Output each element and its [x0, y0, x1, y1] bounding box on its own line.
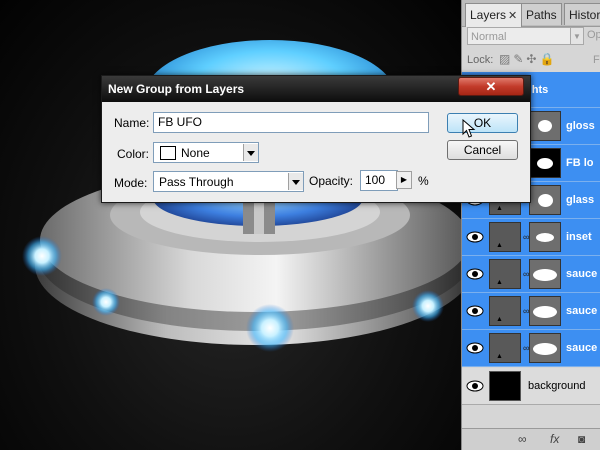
eye-icon[interactable]: [466, 380, 484, 392]
close-button[interactable]: ✕: [458, 77, 524, 96]
eye-icon[interactable]: [466, 305, 484, 317]
layer-row-background[interactable]: background: [462, 368, 600, 405]
close-tab-icon[interactable]: ✕: [508, 10, 517, 22]
new-group-dialog: New Group from Layers ✕ Name: FB UFO Col…: [101, 75, 531, 203]
layer-mask-thumbnail[interactable]: [529, 259, 561, 289]
eye-icon[interactable]: [466, 342, 484, 354]
color-select[interactable]: None: [153, 142, 259, 163]
layer-mask-thumbnail[interactable]: [529, 148, 561, 178]
layer-name: glass: [566, 194, 595, 206]
chevron-down-icon[interactable]: [288, 173, 303, 190]
layer-name: gloss: [566, 120, 595, 132]
layer-thumbnail: [489, 371, 521, 401]
tab-history[interactable]: History: [564, 3, 600, 25]
chevron-down-icon[interactable]: ▼: [570, 27, 584, 45]
lock-pixels-icon[interactable]: ✎: [513, 52, 526, 66]
mode-select[interactable]: Pass Through: [153, 171, 304, 192]
fx-icon[interactable]: fx: [550, 432, 559, 446]
opacity-unit: %: [418, 174, 429, 188]
mask-icon[interactable]: ◙: [578, 432, 585, 446]
layer-name: inset: [566, 231, 592, 243]
chevron-down-icon[interactable]: [243, 144, 258, 161]
lock-label: Lock:: [467, 54, 494, 66]
opacity-input[interactable]: 100: [360, 170, 398, 191]
layer-mask-thumbnail[interactable]: [529, 111, 561, 141]
layer-mask-thumbnail[interactable]: [529, 222, 561, 252]
lock-all-icon[interactable]: 🔒: [539, 52, 557, 66]
mouse-cursor-icon: [462, 119, 476, 138]
layer-name: sauce: [566, 342, 598, 354]
dialog-title-bar[interactable]: New Group from Layers ✕: [102, 76, 530, 102]
layer-row[interactable]: ▲ ∞ sauce: [462, 293, 600, 330]
eye-icon[interactable]: [466, 231, 484, 243]
ufo-artwork: [22, 40, 463, 352]
lock-transparency-icon[interactable]: ▨: [499, 52, 513, 66]
ok-button[interactable]: OK: [447, 113, 518, 133]
layer-thumbnail: ▲: [489, 259, 521, 289]
layer-mask-thumbnail[interactable]: [529, 185, 561, 215]
panel-tabs: Layers✕ Paths History: [462, 0, 600, 27]
opacity-label: Opaci: [587, 29, 600, 41]
layer-mask-thumbnail[interactable]: [529, 296, 561, 326]
tab-layers[interactable]: Layers ✕: [465, 3, 523, 27]
mode-value: Pass Through: [159, 175, 234, 189]
eye-icon[interactable]: [466, 268, 484, 280]
blend-mode-select[interactable]: Normal: [467, 27, 571, 45]
saucer-light: [246, 304, 294, 352]
lock-position-icon[interactable]: ✣: [526, 52, 539, 66]
layer-row[interactable]: ▲ ∞ sauce: [462, 330, 600, 367]
layer-thumbnail: ▲: [489, 333, 521, 363]
layer-row[interactable]: ▲ ∞ inset: [462, 219, 600, 256]
layer-thumbnail: ▲: [489, 296, 521, 326]
name-label: Name:: [114, 116, 150, 130]
saucer-light: [22, 236, 62, 276]
layer-name: sauce: [566, 305, 598, 317]
layer-mask-thumbnail[interactable]: [529, 333, 561, 363]
panel-bottom-bar: ∞ fx ◙: [462, 428, 600, 450]
cancel-button[interactable]: Cancel: [447, 140, 518, 160]
tab-paths[interactable]: Paths: [521, 3, 562, 25]
layer-row[interactable]: ▲ ∞ sauce: [462, 256, 600, 293]
saucer-light: [412, 290, 444, 322]
fill-label: F: [593, 54, 600, 66]
saucer-light: [92, 288, 120, 316]
name-input[interactable]: FB UFO: [153, 112, 429, 133]
dialog-title: New Group from Layers: [108, 82, 245, 96]
color-value: None: [181, 146, 210, 160]
opacity-label: Opacity:: [309, 174, 354, 188]
lock-icons: ▨✎✣🔒: [499, 52, 557, 66]
chevron-right-icon[interactable]: ▶: [396, 171, 412, 189]
layer-name: sauce: [566, 268, 598, 280]
link-icon[interactable]: ∞: [518, 432, 527, 446]
document-canvas[interactable]: [0, 0, 463, 450]
layer-name: background: [528, 380, 586, 392]
color-label: Color:: [117, 147, 150, 161]
color-swatch: [160, 146, 176, 160]
mode-label: Mode:: [114, 176, 148, 190]
layer-name: FB lo: [566, 157, 594, 169]
layers-panel: Layers✕ Paths History Normal ▼ Opaci Loc…: [461, 0, 600, 450]
layer-thumbnail: ▲: [489, 222, 521, 252]
